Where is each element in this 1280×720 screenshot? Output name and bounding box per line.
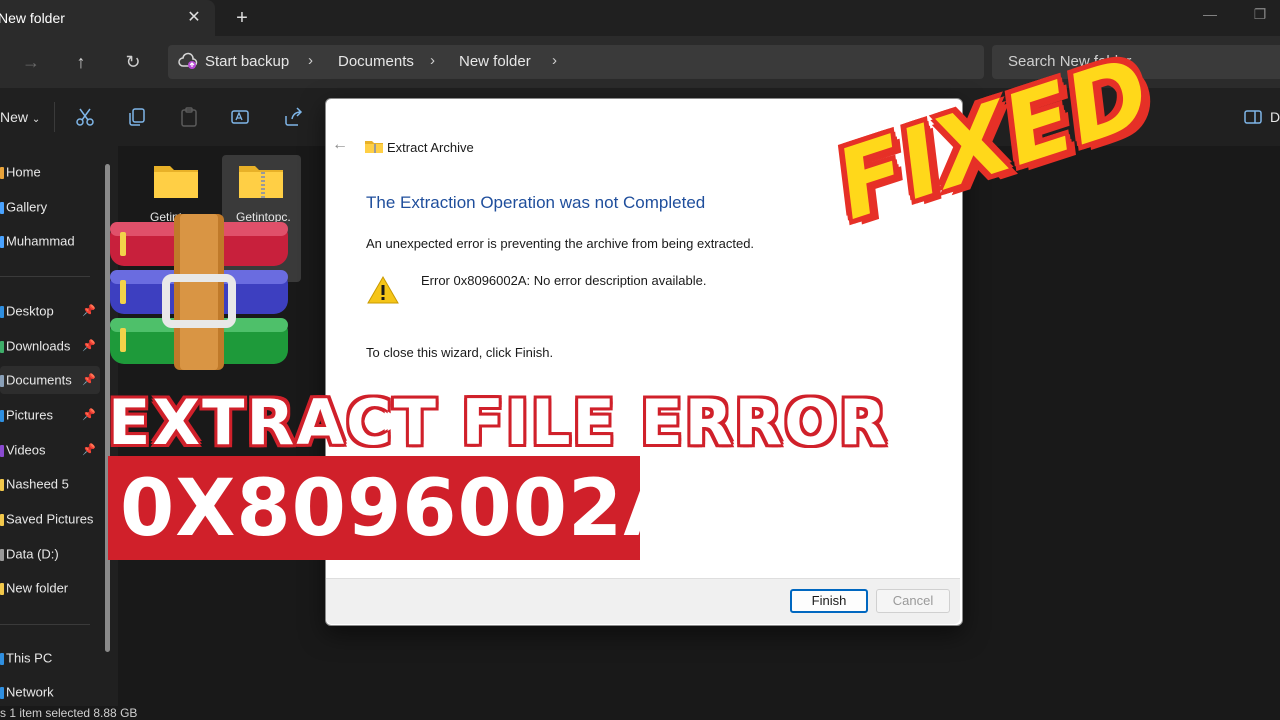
cut-icon[interactable] (74, 106, 96, 128)
pin-icon[interactable]: 📌 (82, 435, 96, 465)
sidebar-item-network[interactable]: Network (0, 677, 100, 707)
new-button[interactable]: New ⌄ (0, 109, 40, 125)
sidebar-divider (0, 624, 90, 625)
breadcrumb-separator[interactable]: › (430, 52, 435, 69)
pin-icon[interactable]: 📌 (82, 296, 96, 326)
cloud-icon (0, 235, 4, 248)
sidebar-item-onedrive[interactable]: Muhammad Saad (0, 226, 100, 256)
drive-icon (0, 548, 4, 561)
sidebar-item-documents[interactable]: Documents 📌 (0, 365, 100, 395)
dialog-title: Extract Archive (387, 140, 474, 155)
home-icon (0, 166, 4, 179)
status-text: s 1 item selected 8.88 GB (0, 706, 138, 720)
breadcrumb-documents[interactable]: Documents (338, 53, 414, 70)
restore-icon[interactable]: ❐ (1250, 6, 1270, 26)
dialog-heading: The Extraction Operation was not Complet… (366, 193, 706, 212)
downloads-icon (0, 340, 4, 353)
cancel-button[interactable]: Cancel (876, 589, 950, 613)
details-button[interactable]: D (1270, 109, 1280, 125)
sidebar-item-saved-pictures[interactable]: Saved Pictures (0, 504, 100, 534)
pin-icon[interactable]: 📌 (82, 331, 96, 361)
breadcrumb-new-folder[interactable]: New folder (459, 53, 531, 70)
dialog-message: An unexpected error is preventing the ar… (366, 236, 755, 251)
refresh-icon[interactable]: ↻ (120, 50, 146, 74)
toolbar-divider (54, 102, 55, 132)
up-icon[interactable]: ↑ (68, 50, 94, 74)
sidebar-item-data-drive[interactable]: Data (D:) (0, 539, 100, 569)
minimize-icon[interactable]: — (1200, 6, 1220, 26)
sidebar-item-home[interactable]: Home (0, 157, 100, 187)
new-label: New (0, 109, 29, 125)
sidebar-item-desktop[interactable]: Desktop 📌 (0, 296, 100, 326)
pin-icon[interactable]: 📌 (82, 400, 96, 430)
start-backup-button[interactable]: Start backup (205, 53, 289, 70)
headline-text: EXTRACT FILE ERROR (108, 386, 889, 459)
sidebar-divider (0, 276, 90, 277)
sidebar-item-nasheed[interactable]: Nasheed 5 (0, 469, 100, 499)
new-tab-icon[interactable]: + (232, 8, 252, 28)
gallery-icon (0, 201, 4, 214)
breadcrumb-separator[interactable]: › (308, 52, 313, 69)
folder-icon[interactable] (152, 160, 200, 200)
pin-icon[interactable]: 📌 (82, 365, 96, 395)
error-code-text: 0X8096002A (120, 464, 685, 554)
warning-icon (367, 275, 399, 305)
pictures-icon (0, 409, 4, 422)
close-tab-icon[interactable]: ✕ (184, 8, 204, 28)
sidebar-item-downloads[interactable]: Downloads 📌 (0, 331, 100, 361)
chevron-down-icon: ⌄ (31, 114, 41, 125)
copy-icon[interactable] (126, 106, 148, 128)
cloud-backup-icon (178, 52, 198, 72)
videos-icon (0, 444, 4, 457)
address-bar[interactable] (168, 45, 984, 79)
rename-icon[interactable] (230, 106, 252, 128)
archive-folder-icon (365, 139, 383, 153)
finish-button[interactable]: Finish (790, 589, 868, 613)
breadcrumb-separator[interactable]: › (552, 52, 557, 69)
sidebar-item-this-pc[interactable]: This PC (0, 643, 100, 673)
close-hint: To close this wizard, click Finish. (366, 345, 554, 360)
documents-icon (0, 374, 4, 387)
desktop-icon (0, 305, 4, 318)
network-icon (0, 686, 4, 699)
sidebar-item-pictures[interactable]: Pictures 📌 (0, 400, 100, 430)
folder-icon (0, 478, 4, 491)
back-arrow-icon[interactable]: ← (332, 136, 348, 154)
sidebar-item-videos[interactable]: Videos 📌 (0, 435, 100, 465)
pc-icon (0, 652, 4, 665)
zip-folder-icon[interactable] (237, 160, 285, 200)
paste-icon[interactable] (178, 106, 200, 128)
tab-title: New folder (0, 10, 65, 26)
folder-icon (0, 513, 4, 526)
details-pane-icon[interactable] (1244, 108, 1262, 126)
status-bar: s 1 item selected 8.88 GB (0, 706, 1280, 720)
sidebar-item-new-folder[interactable]: New folder (0, 573, 100, 603)
share-icon[interactable] (282, 106, 304, 128)
forward-icon[interactable]: → (18, 50, 44, 74)
winrar-logo-icon (108, 214, 292, 370)
error-detail: Error 0x8096002A: No error description a… (421, 273, 707, 288)
sidebar-item-gallery[interactable]: Gallery (0, 192, 100, 222)
folder-icon (0, 582, 4, 595)
